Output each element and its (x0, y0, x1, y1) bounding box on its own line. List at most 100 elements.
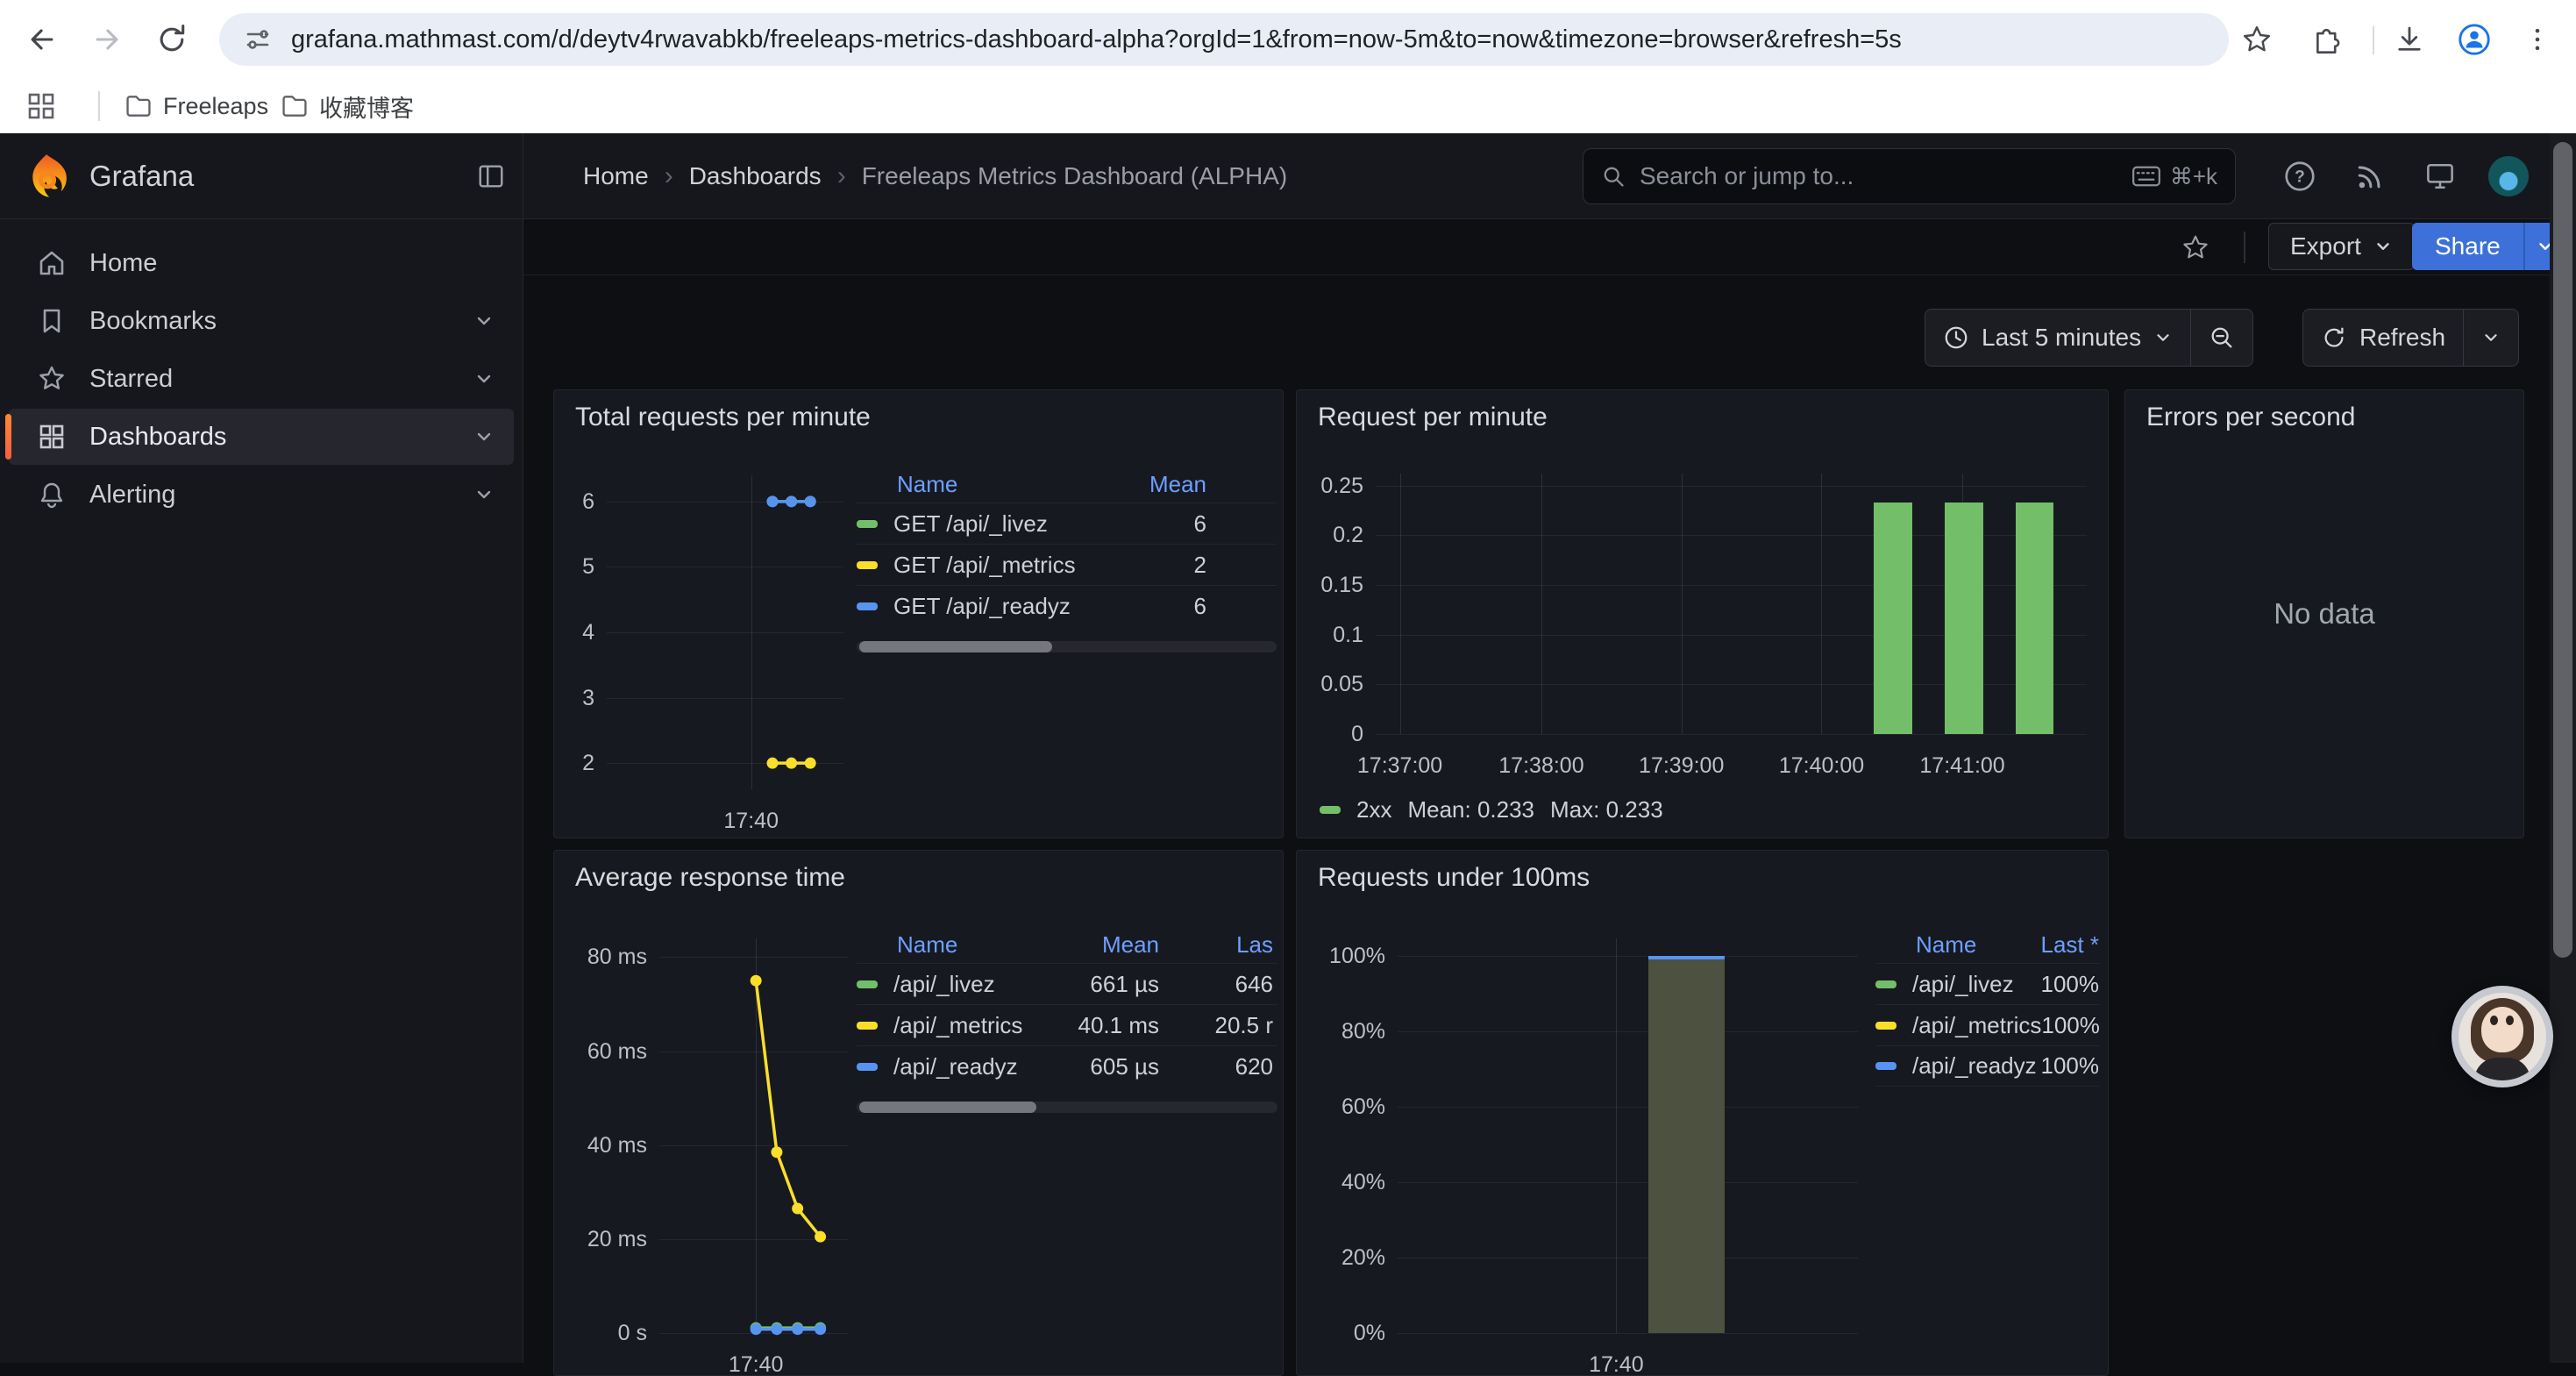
legend-row[interactable]: GET /api/_readyz6 (857, 585, 1277, 626)
chevron-down-icon[interactable] (473, 310, 495, 332)
user-avatar[interactable] (2488, 156, 2529, 196)
zoom-out-button[interactable] (2191, 310, 2252, 366)
legend-row[interactable]: /api/_readyz100% (1875, 1045, 2099, 1087)
grafana-brand: Grafana (0, 133, 523, 219)
gridline-vertical (1682, 474, 1683, 734)
url-input[interactable] (291, 25, 2132, 54)
legend-header-name[interactable]: Name (897, 471, 1101, 498)
legend-header-last[interactable]: Last * (2007, 931, 2099, 959)
time-range-picker[interactable]: Last 5 minutes (1925, 310, 2190, 366)
downloads-button[interactable] (2390, 20, 2429, 59)
no-data-message: No data (2125, 390, 2523, 838)
legend-header-mean[interactable]: Mean (1101, 471, 1206, 498)
y-axis-tick-label: 0% (1302, 1321, 1385, 1346)
gridline-vertical (1400, 474, 1401, 734)
legend-row[interactable]: /api/_livez100% (1875, 963, 2099, 1004)
gridline-horizontal (1398, 1031, 1858, 1032)
legend-row[interactable]: /api/_readyz605 µs620 (857, 1045, 1277, 1087)
panel-request-per-minute: Request per minute 0.250.20.150.10.05017… (1296, 389, 2109, 838)
gridline-horizontal (1376, 734, 2087, 735)
legend-series-value: 100% (2041, 1012, 2100, 1039)
refresh-interval-button[interactable] (2464, 310, 2518, 366)
favorite-dashboard-button[interactable] (2176, 230, 2215, 265)
panel-title[interactable]: Errors per second (2146, 403, 2355, 432)
legend-row[interactable]: GET /api/_metrics2 (857, 544, 1277, 585)
breadcrumb-dashboards[interactable]: Dashboards (689, 162, 822, 190)
browser-profile-button[interactable] (2455, 20, 2494, 59)
legend-series-name[interactable]: GET /api/_metrics (893, 552, 1101, 579)
page-scrollbar (2550, 133, 2576, 1363)
y-axis-tick-label: 40 ms (564, 1133, 647, 1159)
legend-series-name[interactable]: GET /api/_readyz (893, 593, 1101, 620)
legend-series-name[interactable]: /api/_readyz (893, 1053, 1058, 1080)
search-placeholder: Search or jump to... (1640, 162, 2131, 190)
floating-assistant-avatar[interactable] (2451, 986, 2553, 1087)
legend-row[interactable]: /api/_metrics100% (1875, 1004, 2099, 1045)
panel-body: No data (2125, 390, 2523, 838)
legend-scrollbar-thumb[interactable] (859, 641, 1052, 652)
panel-title[interactable]: Average response time (575, 863, 845, 893)
search-input[interactable]: Search or jump to... ⌘+k (1583, 148, 2236, 204)
extensions-button[interactable] (2306, 20, 2345, 59)
help-icon: ? (2281, 158, 2318, 195)
folder-icon (281, 92, 309, 120)
y-axis-tick-label: 0.2 (1296, 523, 1363, 548)
legend-row[interactable]: /api/_metrics40.1 ms20.5 r (857, 1004, 1277, 1045)
apps-shortcut-button[interactable] (26, 91, 56, 121)
legend-header-las[interactable]: Las (1185, 931, 1273, 959)
sidebar-item-alerting[interactable]: Alerting (9, 467, 514, 523)
legend-series-name[interactable]: /api/_livez (1912, 971, 2014, 998)
panel-title[interactable]: Request per minute (1318, 403, 1548, 432)
legend-series-name[interactable]: /api/_metrics (893, 1012, 1058, 1039)
share-button-label: Share (2435, 232, 2501, 260)
legend-max-stat: Max: 0.233 (1550, 796, 1663, 823)
chevron-down-icon (2481, 328, 2501, 347)
legend-header-row: NameMean (857, 466, 1277, 503)
address-bar[interactable] (219, 13, 2229, 66)
legend-header-mean[interactable]: Mean (1058, 931, 1159, 959)
sidebar-item-bookmarks[interactable]: Bookmarks (9, 293, 514, 349)
time-range-label: Last 5 minutes (1982, 324, 2141, 352)
legend-series-name[interactable]: GET /api/_livez (893, 510, 1101, 538)
panel-body: 0.250.20.150.10.05017:37:0017:38:0017:39… (1297, 390, 2108, 838)
legend-header-name[interactable]: Name (1916, 931, 2007, 959)
news-button[interactable] (2350, 156, 2390, 196)
browser-forward-button[interactable] (88, 20, 126, 59)
browser-reload-button[interactable] (153, 20, 191, 59)
bookmark-star-button[interactable] (2238, 20, 2276, 59)
sidebar-item-starred[interactable]: Starred (9, 351, 514, 407)
chevron-down-icon[interactable] (473, 426, 495, 447)
refresh-button[interactable]: Refresh (2303, 310, 2463, 366)
breadcrumb-home[interactable]: Home (583, 162, 649, 190)
gridline-vertical (1616, 938, 1617, 1333)
browser-menu-button[interactable] (2518, 20, 2557, 59)
grafana-brand-label: Grafana (89, 160, 194, 193)
export-button[interactable]: Export (2268, 223, 2415, 270)
chevron-down-icon[interactable] (473, 484, 495, 505)
sidebar-item-dashboards[interactable]: Dashboards (9, 409, 514, 465)
sidebar-item-home[interactable]: Home (9, 235, 514, 291)
legend-series-name[interactable]: /api/_readyz (1912, 1052, 2037, 1080)
bookmark-label: 收藏博客 (319, 89, 414, 124)
help-button[interactable]: ? (2280, 156, 2320, 196)
panel-title[interactable]: Requests under 100ms (1318, 863, 1590, 893)
legend-series-name[interactable]: 2xx (1356, 796, 1391, 823)
legend-row[interactable]: /api/_livez661 µs646 (857, 963, 1277, 1004)
browser-back-button[interactable] (23, 20, 61, 59)
panel-title[interactable]: Total requests per minute (575, 403, 871, 432)
legend-header-name[interactable]: Name (897, 931, 1058, 959)
chevron-down-icon[interactable] (473, 368, 495, 389)
dock-sidebar-button[interactable] (473, 159, 509, 194)
bookmark-folder-blogs[interactable]: 收藏博客 (268, 86, 426, 126)
share-button[interactable]: Share (2412, 223, 2523, 270)
display-button[interactable] (2420, 156, 2460, 196)
legend-row[interactable]: GET /api/_livez6 (857, 503, 1277, 544)
legend-series-name[interactable]: /api/_metrics (1912, 1012, 2041, 1039)
legend-series-name[interactable]: /api/_livez (893, 971, 1058, 998)
legend-scrollbar-thumb[interactable] (859, 1102, 1036, 1113)
sidebar-item-label: Dashboards (89, 423, 226, 452)
scrollbar-thumb[interactable] (2553, 142, 2572, 958)
y-axis-tick-label: 20 ms (564, 1227, 647, 1252)
legend-series-value: 100% (2014, 971, 2099, 998)
bookmark-folder-freeleaps[interactable]: Freeleaps (112, 86, 281, 126)
